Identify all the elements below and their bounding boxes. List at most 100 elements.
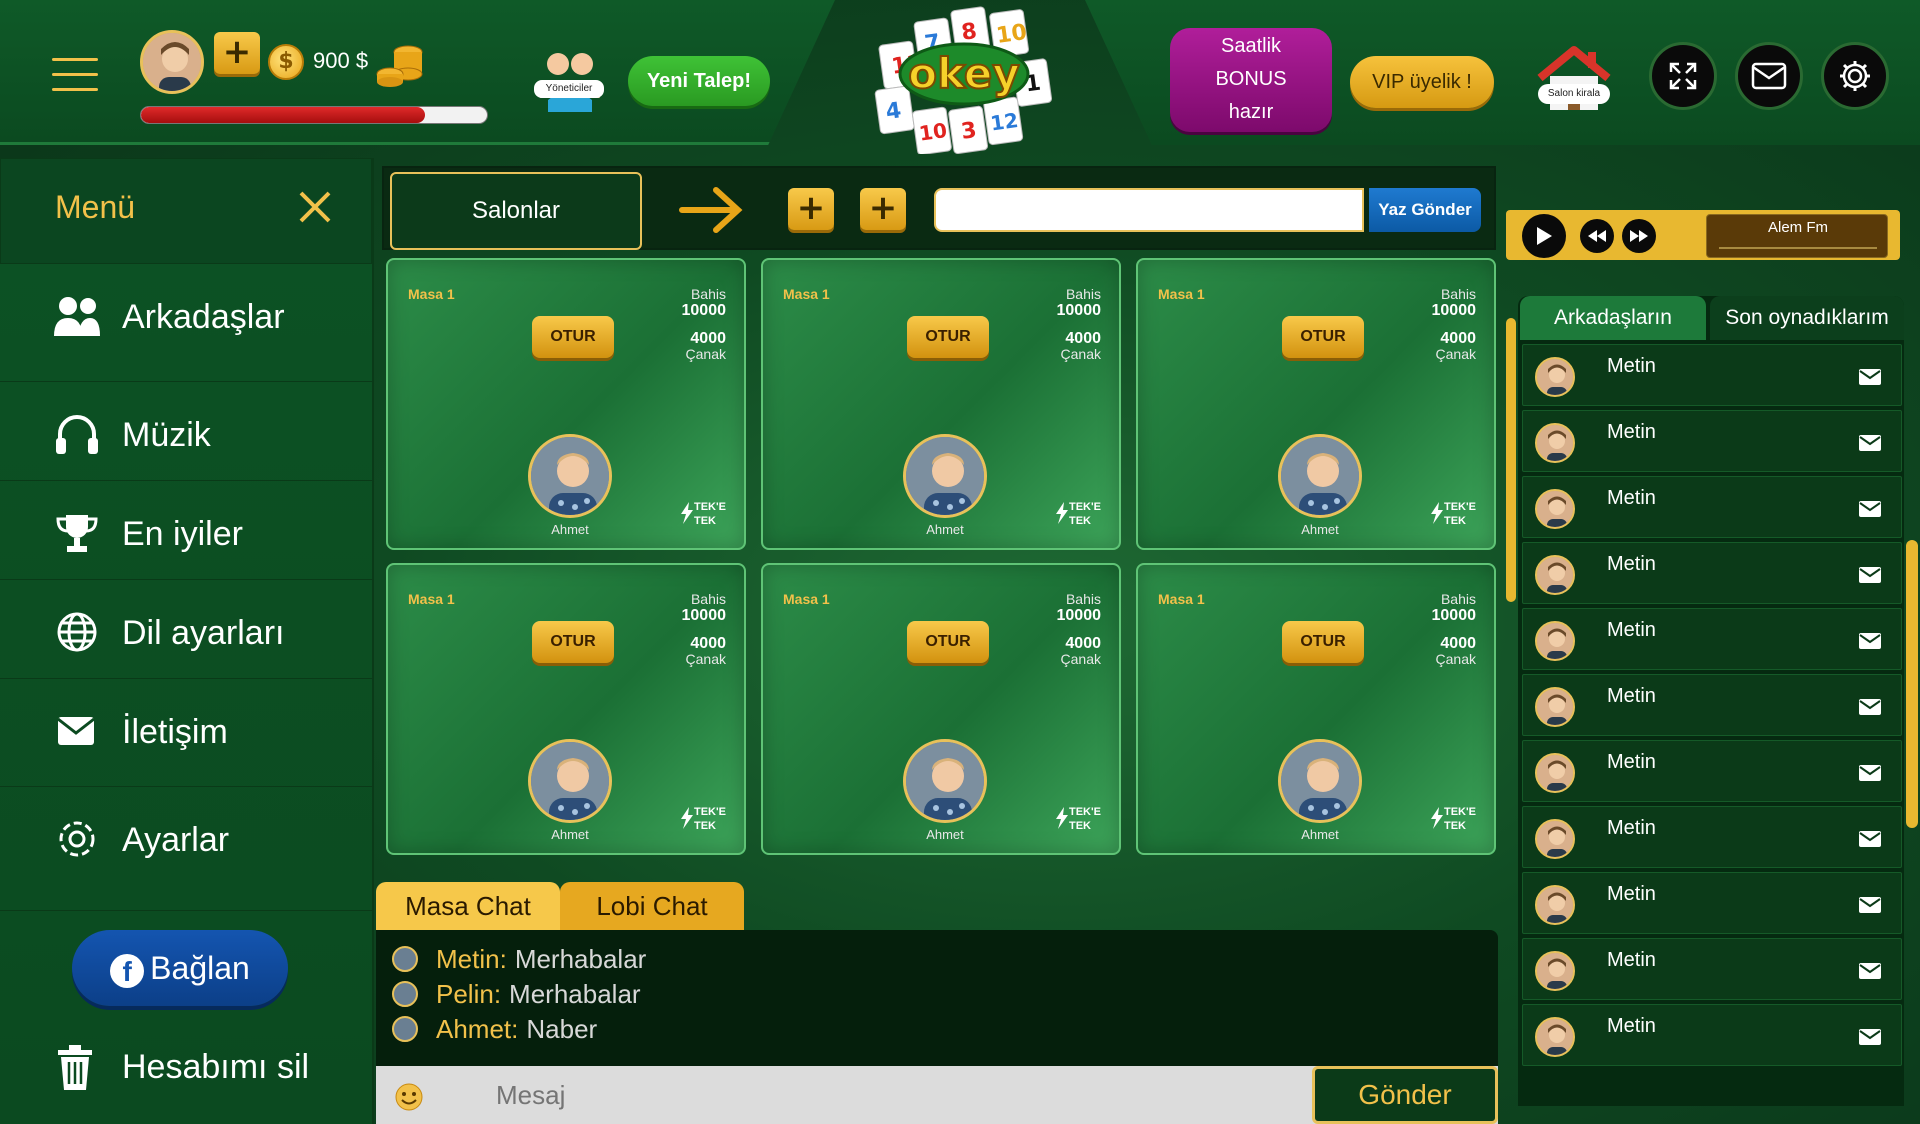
sit-button[interactable]: OTUR [907, 621, 989, 663]
avatar[interactable] [1278, 434, 1362, 518]
fullscreen-button[interactable] [1649, 42, 1717, 110]
game-table-card[interactable]: Masa 1 Bahis 10000 4000 Çanak OTUR Ahmet… [386, 258, 746, 550]
game-table-card[interactable]: Masa 1 Bahis 10000 4000 Çanak OTUR Ahmet… [1136, 258, 1496, 550]
hourly-bonus-button[interactable]: Saatlik BONUS hazır [1170, 28, 1332, 132]
envelope-icon[interactable] [1859, 369, 1881, 385]
rewind-button[interactable] [1580, 219, 1614, 253]
sit-button[interactable]: OTUR [1282, 316, 1364, 358]
menu-item-settings[interactable]: Ayarlar [0, 787, 372, 911]
avatar[interactable] [528, 434, 612, 518]
messages-button[interactable] [1735, 42, 1803, 110]
menu-item-music[interactable]: Müzik [0, 382, 372, 481]
envelope-icon[interactable] [1859, 435, 1881, 451]
add-salon-button[interactable]: + [860, 188, 906, 230]
envelope-icon[interactable] [1859, 963, 1881, 979]
chat-sender[interactable]: Metin: [436, 944, 507, 975]
vip-membership-button[interactable]: VIP üyelik ! [1350, 56, 1494, 108]
tab-recently-played[interactable]: Son oynadıklarım [1710, 296, 1904, 340]
chat-sender[interactable]: Ahmet: [436, 1014, 518, 1045]
game-table-card[interactable]: Masa 1 Bahis 10000 4000 Çanak OTUR Ahmet… [761, 258, 1121, 550]
avatar[interactable] [903, 739, 987, 823]
avatar[interactable] [1535, 951, 1575, 991]
envelope-icon[interactable] [1859, 897, 1881, 913]
envelope-icon[interactable] [1859, 501, 1881, 517]
friend-list-item[interactable]: Metin [1522, 344, 1902, 406]
tab-friends[interactable]: Arkadaşların [1520, 296, 1706, 340]
friend-list-item[interactable]: Metin [1522, 806, 1902, 868]
chat-message: Pelin: Merhabalar [392, 977, 641, 1011]
envelope-icon[interactable] [1859, 1029, 1881, 1045]
game-table-card[interactable]: Masa 1 Bahis 10000 4000 Çanak OTUR Ahmet… [761, 563, 1121, 855]
delete-account-button[interactable]: Hesabımı sil [56, 1040, 356, 1100]
avatar[interactable] [1535, 819, 1575, 859]
broadcast-message-input[interactable] [934, 188, 1364, 232]
avatar[interactable] [1535, 1017, 1575, 1057]
sit-button[interactable]: OTUR [907, 316, 989, 358]
tab-lobby-chat[interactable]: Lobi Chat [560, 882, 744, 930]
friend-list-item[interactable]: Metin [1522, 476, 1902, 538]
menu-item-leaderboard[interactable]: En iyiler [0, 481, 372, 580]
avatar[interactable] [1535, 621, 1575, 661]
avatar[interactable] [903, 434, 987, 518]
avatar[interactable] [392, 1016, 418, 1042]
radio-volume-track[interactable] [1719, 247, 1877, 249]
radio-station-display[interactable]: Alem Fm [1706, 214, 1888, 258]
menu-item-contact[interactable]: İletişim [0, 679, 372, 787]
salons-button[interactable]: Salonlar [390, 172, 642, 250]
hamburger-menu-icon[interactable] [52, 58, 98, 92]
sit-button[interactable]: OTUR [532, 621, 614, 663]
friend-list-item[interactable]: Metin [1522, 542, 1902, 604]
add-money-button[interactable]: + [214, 32, 260, 74]
pot-label: Çanak [1060, 346, 1101, 362]
friends-scrollbar[interactable] [1906, 540, 1918, 828]
envelope-icon[interactable] [1859, 831, 1881, 847]
avatar[interactable] [1535, 357, 1575, 397]
play-button[interactable] [1522, 214, 1566, 258]
lightning-icon [1431, 502, 1443, 524]
okey-logo[interactable]: 11 7 8 10 1 4 10 3 12 okey [864, 4, 1064, 154]
sit-button[interactable]: OTUR [1282, 621, 1364, 663]
menu-item-language[interactable]: Dil ayarları [0, 580, 372, 679]
avatar[interactable] [1535, 423, 1575, 463]
chat-sender[interactable]: Pelin: [436, 979, 501, 1010]
avatar[interactable] [1278, 739, 1362, 823]
fast-forward-button[interactable] [1622, 219, 1656, 253]
envelope-icon[interactable] [1859, 633, 1881, 649]
facebook-connect-button[interactable]: f Bağlan [72, 930, 288, 1006]
avatar[interactable] [1535, 489, 1575, 529]
broadcast-send-button[interactable]: Yaz Gönder [1369, 188, 1481, 232]
tab-table-chat[interactable]: Masa Chat [376, 882, 560, 930]
avatar[interactable] [528, 739, 612, 823]
new-request-button[interactable]: Yeni Talep! [628, 56, 770, 106]
avatar[interactable] [1535, 555, 1575, 595]
friend-list-item[interactable]: Metin [1522, 410, 1902, 472]
envelope-icon[interactable] [1859, 765, 1881, 781]
chat-send-button[interactable]: Gönder [1312, 1066, 1498, 1124]
close-icon[interactable] [297, 187, 333, 227]
avatar[interactable] [1535, 885, 1575, 925]
chat-message-input[interactable] [496, 1074, 1176, 1116]
game-table-card[interactable]: Masa 1 Bahis 10000 4000 Çanak OTUR Ahmet… [386, 563, 746, 855]
friend-list-item[interactable]: Metin [1522, 872, 1902, 934]
sit-button[interactable]: OTUR [532, 316, 614, 358]
profile-avatar[interactable] [140, 30, 204, 94]
avatar[interactable] [1535, 687, 1575, 727]
friend-list-item[interactable]: Metin [1522, 938, 1902, 1000]
friend-list-item[interactable]: Metin [1522, 608, 1902, 670]
friend-list-item[interactable]: Metin [1522, 674, 1902, 736]
envelope-icon[interactable] [1859, 567, 1881, 583]
game-mode-badge: TEK'E TEK [1055, 803, 1115, 837]
menu-item-friends[interactable]: Arkadaşlar [0, 264, 372, 382]
friend-list-item[interactable]: Metin [1522, 1004, 1902, 1066]
game-table-card[interactable]: Masa 1 Bahis 10000 4000 Çanak OTUR Ahmet… [1136, 563, 1496, 855]
avatar[interactable] [1535, 753, 1575, 793]
envelope-icon [1751, 62, 1787, 90]
chat-input-bar: Gönder [376, 1066, 1498, 1124]
add-table-button[interactable]: + [788, 188, 834, 230]
emoji-icon[interactable] [394, 1082, 424, 1112]
friend-list-item[interactable]: Metin [1522, 740, 1902, 802]
avatar[interactable] [392, 981, 418, 1007]
avatar[interactable] [392, 946, 418, 972]
envelope-icon[interactable] [1859, 699, 1881, 715]
settings-button[interactable] [1821, 42, 1889, 110]
